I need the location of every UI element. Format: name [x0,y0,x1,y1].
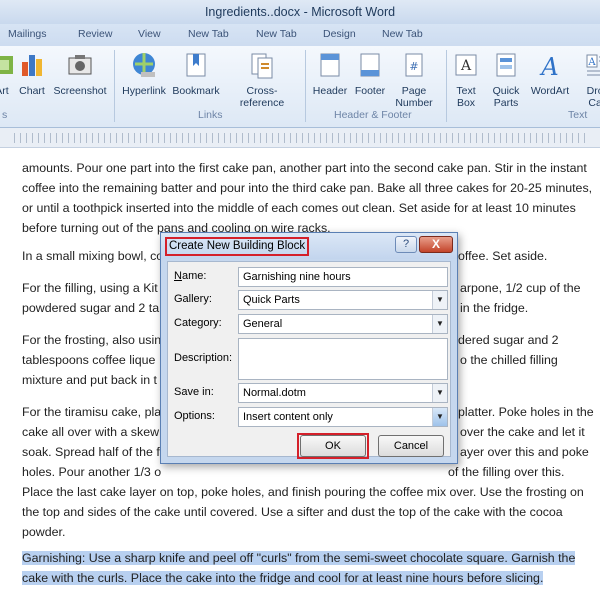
paragraph-last-layer: Place the last cake layer on top, poke h… [22,485,584,539]
name-label-text: ame: [181,270,207,282]
ribbon: Art Chart Screenshot Hyperlink Bookmark … [0,46,600,128]
save-in-select[interactable]: Normal.dotm ▼ [238,383,448,403]
page-number-button[interactable]: # Page Number [384,50,444,109]
cross-reference-icon [251,53,273,79]
hyperlink-label: Hyperlink [122,85,166,97]
category-select[interactable]: General ▼ [238,314,448,334]
cross-reference-label: Cross-reference [239,85,285,109]
chevron-down-icon[interactable]: ▼ [432,408,447,426]
quick-parts-icon [496,53,516,77]
paragraph-tiramisu-left-2: cake all over with a skew [22,425,160,439]
category-label: Category: [174,317,222,329]
name-label: Name: [174,270,207,282]
close-button[interactable]: X [419,236,453,253]
paragraph-filling-right-1: arpone, 1/2 cup of the [460,281,581,295]
ruler-ticks [14,133,586,143]
paragraph-filling-left-1: For the filling, using a Kit [22,281,158,295]
tab-new-tab-3[interactable]: New Tab [382,24,423,44]
quick-parts-label-2: Parts [493,97,519,109]
drop-cap-label-2: Cap [588,97,600,109]
screenshot-label: Screenshot [53,85,107,97]
svg-text:A: A [539,53,558,80]
screenshot-button[interactable]: Screenshot [50,50,110,97]
tab-new-tab-2[interactable]: New Tab [256,24,297,44]
ok-button[interactable]: OK [300,435,366,457]
page-number-label: Page [401,85,427,97]
help-button[interactable]: ? [395,236,417,253]
description-label: Description: [174,352,233,364]
screenshot-icon [68,55,92,75]
paragraph-frosting-left-3: mixture and put back in t [22,373,157,387]
title-bar: Ingredients..docx - Microsoft Word [0,0,600,24]
chevron-down-icon[interactable]: ▼ [432,315,447,333]
chevron-down-icon[interactable]: ▼ [432,291,447,309]
options-value: Insert content only [243,411,333,423]
tab-new-tab-1[interactable]: New Tab [188,24,229,44]
drop-cap-icon: A [586,54,600,76]
gallery-select[interactable]: Quick Parts ▼ [238,290,448,310]
category-value: General [243,318,283,330]
paragraph-filling-right-2: in the fridge. [460,301,529,315]
hyperlink-icon [133,53,155,77]
page-number-label-2: Number [395,97,433,109]
paragraph-tiramisu-right-4: of the filling over this. [448,465,565,479]
save-in-label: Save in: [174,386,214,398]
paragraph-tiramisu-right-3: ayer over this and poke [460,445,589,459]
page-number-icon: # [405,53,423,77]
save-in-value: Normal.dotm [243,387,306,399]
links-group-label: Links [198,109,223,121]
gallery-value: Quick Parts [243,294,300,306]
bookmark-label: Bookmark [172,85,220,97]
dialog-title: Create New Building Block [165,237,310,256]
dialog-title-bar[interactable]: Create New Building Block ? X [161,233,457,259]
options-select[interactable]: Insert content only ▼ [238,407,448,427]
window-title: Ingredients..docx - Microsoft Word [204,5,396,19]
paragraph-frosting-left-1: For the frosting, also usin [22,333,162,347]
paragraph-tiramisu-left-3: soak. Spread half of the f [22,445,160,459]
name-field[interactable]: Garnishing nine hours [238,267,448,287]
footer-icon [360,53,380,77]
paragraph-filling-left-2: powdered sugar and 2 ta [22,301,160,315]
cancel-button[interactable]: Cancel [378,435,444,457]
text-group-label: Text [568,109,588,121]
hyperlink-button[interactable]: Hyperlink [114,50,174,97]
paragraph-frosting-right-1: dered sugar and 2 [458,333,559,347]
header-footer-group-label: Header & Footer [334,109,412,121]
paragraph-cake-pans: amounts. Pour one part into the first ca… [22,161,593,235]
drop-cap-button[interactable]: A Drop Cap [568,50,600,109]
create-building-block-dialog: Create New Building Block ? X Name: Garn… [160,232,458,464]
svg-text:#: # [409,60,418,73]
description-field[interactable] [238,338,448,380]
paragraph-tiramisu-left-4: holes. Pour another 1/3 o [22,465,162,479]
paragraph-frosting-right-2: o the chilled filling [460,353,558,367]
chart-icon [22,55,42,76]
chevron-down-icon[interactable]: ▼ [432,384,447,402]
tab-view[interactable]: View [138,24,161,44]
svg-text:A: A [460,58,472,74]
options-label: Options: [174,410,215,422]
bookmark-icon [186,53,206,77]
paragraph-frosting-left-2: tablespoons coffee lique [22,353,156,367]
paragraph-mixing-right: offee. Set aside. [458,249,548,263]
paragraph-garnishing[interactable]: Garnishing: Use a sharp knife and peel o… [22,548,592,588]
ribbon-tabs: Mailings Review View New Tab New Tab Des… [0,24,600,46]
drop-cap-label: Drop [586,85,600,97]
tab-mailings[interactable]: Mailings [8,24,47,44]
tab-review[interactable]: Review [78,24,112,44]
cross-reference-button[interactable]: Cross-reference [226,50,298,109]
horizontal-ruler[interactable] [0,128,600,148]
group-label-cut: s [2,109,8,121]
paragraph-tiramisu-right-1: platter. Poke holes in the [458,405,594,419]
paragraph-tiramisu-right-2: over the cake and let it [460,425,585,439]
bookmark-button[interactable]: Bookmark [166,50,226,97]
wordart-icon: A [539,53,558,81]
svg-text:A: A [587,57,596,68]
dialog-body: Name: Garnishing nine hours Gallery: Qui… [167,261,451,459]
selected-text: Garnishing: Use a sharp knife and peel o… [22,551,576,585]
tab-design[interactable]: Design [323,24,356,44]
paragraph-tiramisu-left-1: For the tiramisu cake, pla [22,405,162,419]
gallery-label: Gallery: [174,293,212,305]
